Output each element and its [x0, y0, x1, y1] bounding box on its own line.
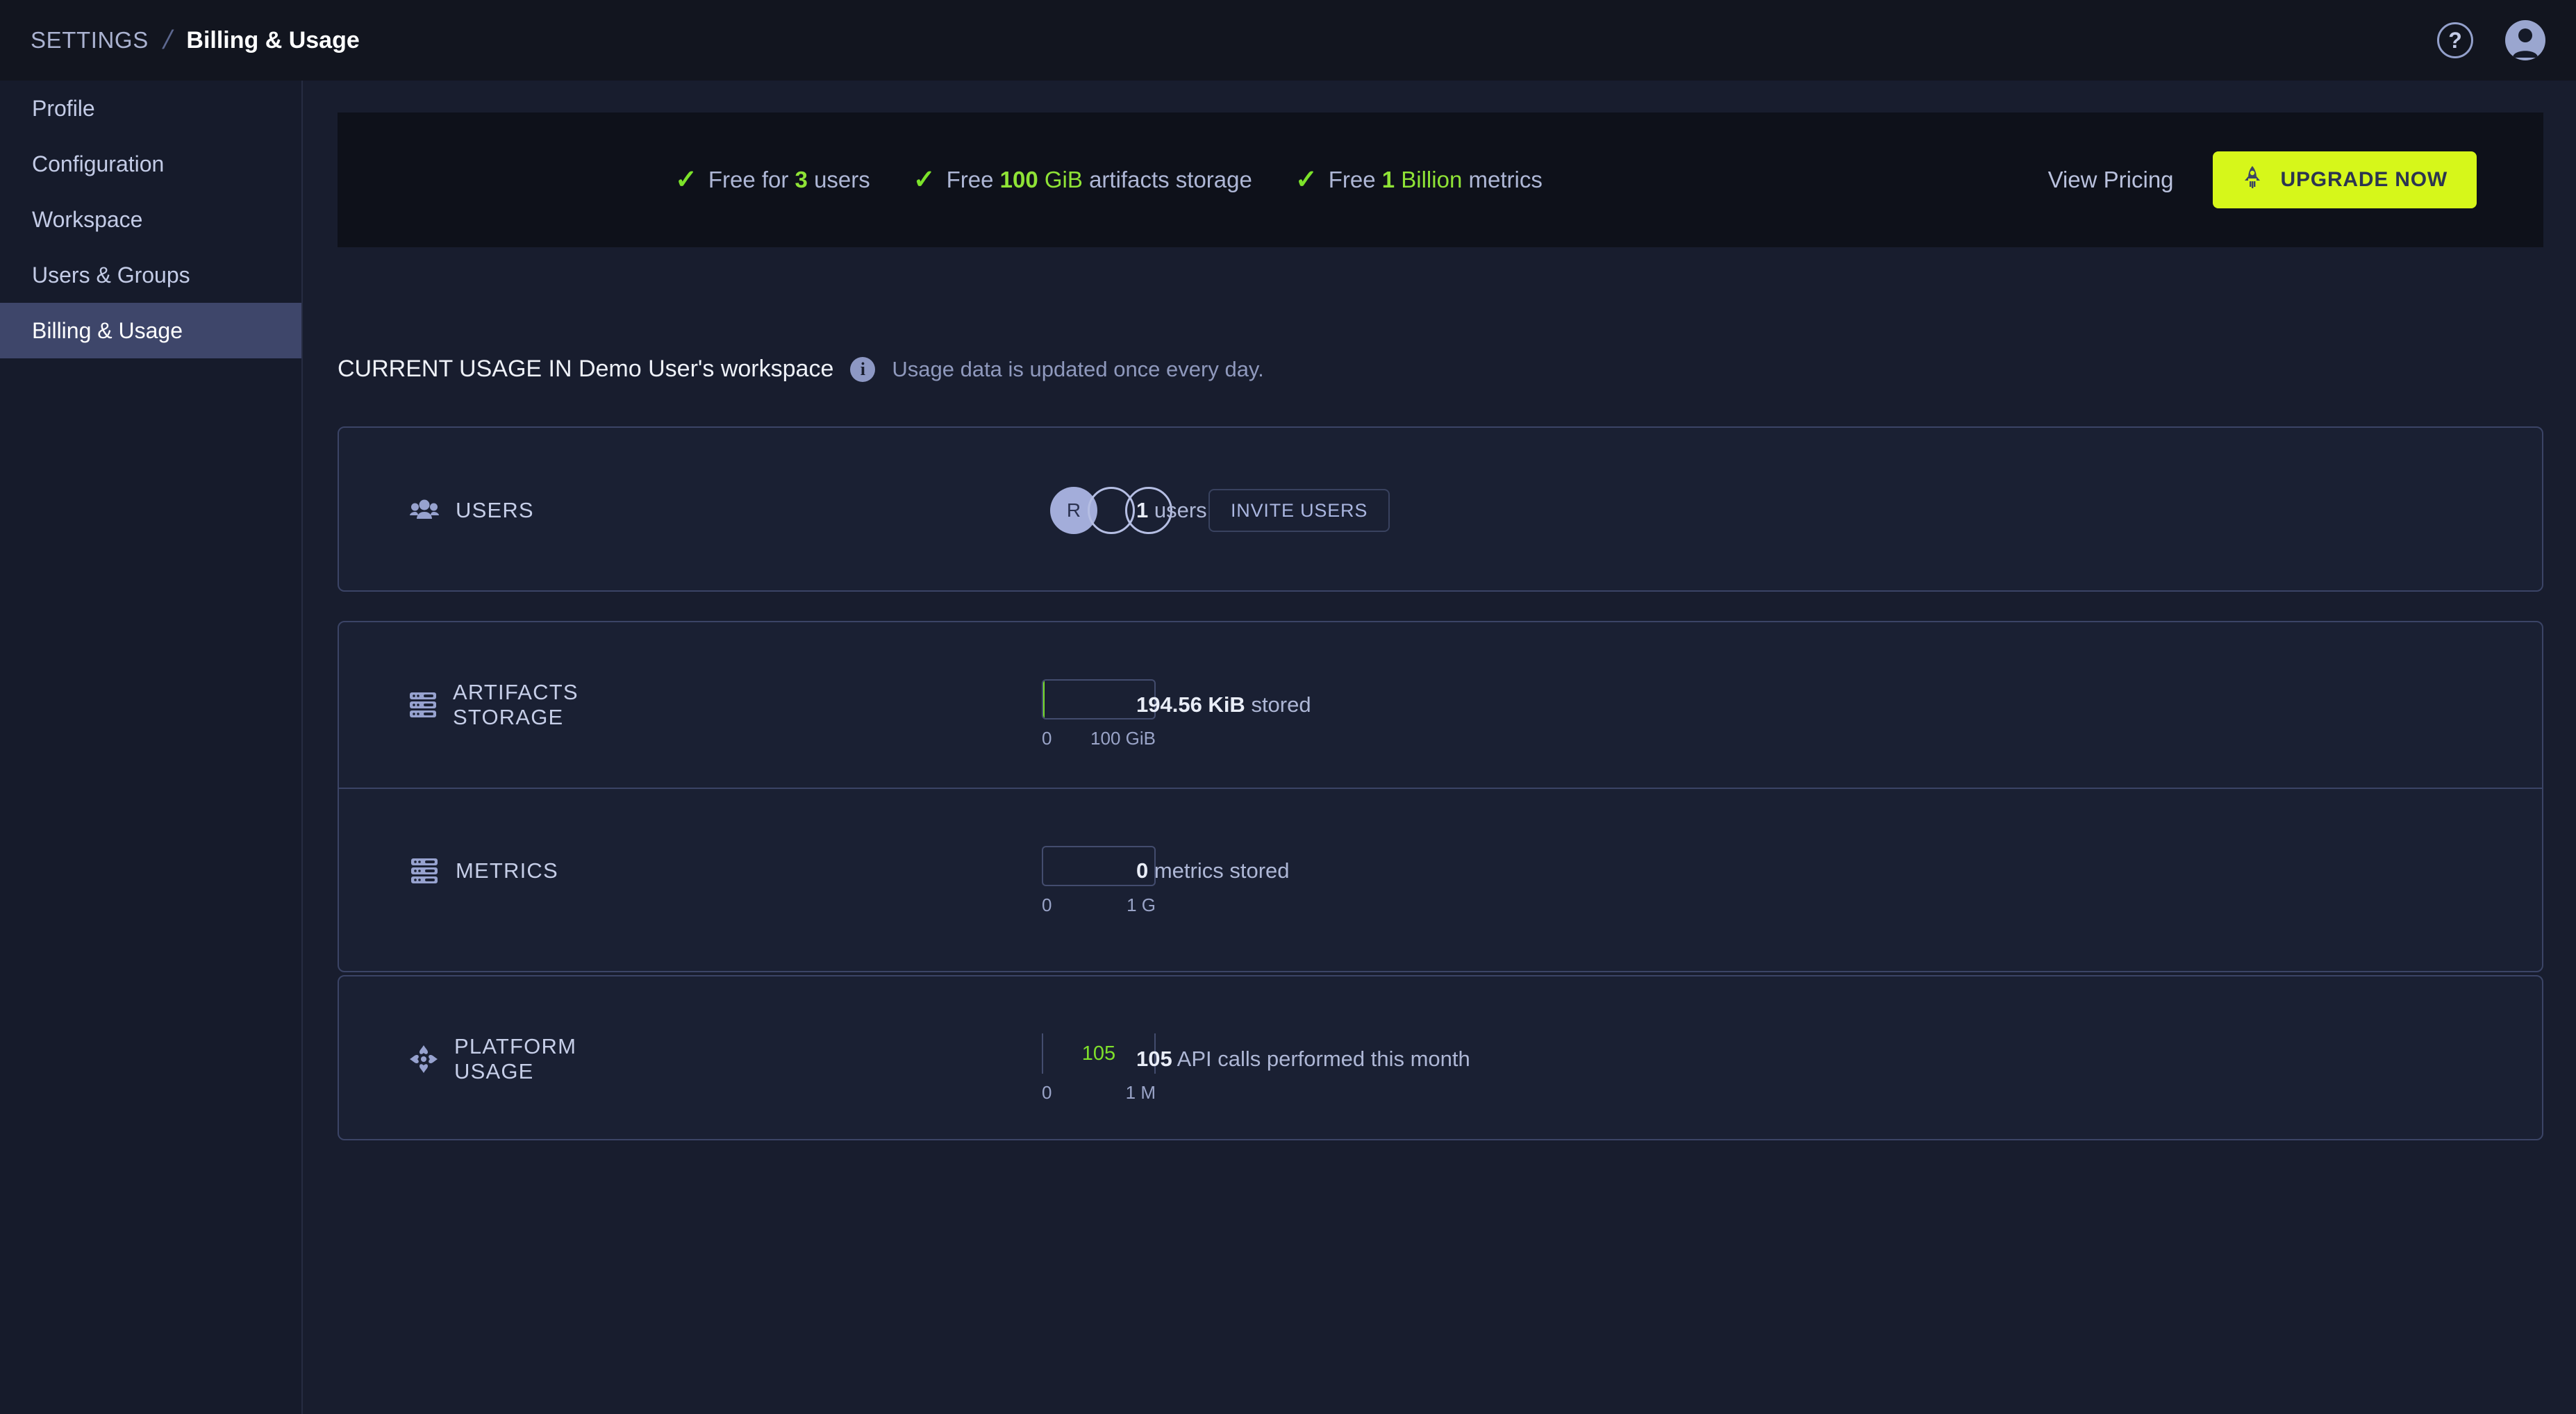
- metrics-ticks: 0 1 G: [1042, 895, 1156, 916]
- artifacts-storage-value-text: 194.56 KiB stored: [1136, 692, 1311, 717]
- feature-unit: GiB: [1038, 167, 1083, 192]
- top-bar: SETTINGS / Billing & Usage ?: [0, 0, 2576, 81]
- platform-usage-ticks: 0 1 M: [1042, 1082, 1156, 1104]
- info-glyph: i: [860, 358, 865, 379]
- info-icon[interactable]: i: [850, 356, 876, 382]
- feature-post: metrics: [1462, 167, 1543, 192]
- upgrade-now-label: UPGRADE NOW: [2280, 168, 2448, 191]
- banner-feature-users: ✓ Free for 3 users: [675, 167, 870, 193]
- free-tier-banner: ✓ Free for 3 users ✓ Free 100 GiB artifa…: [338, 113, 2543, 247]
- sidebar-item-profile[interactable]: Profile: [0, 81, 301, 136]
- help-glyph: ?: [2448, 27, 2462, 53]
- top-bar-actions: ?: [2437, 20, 2576, 60]
- metrics-label: METRICS: [456, 858, 558, 883]
- users-usage-card: USERS R 1 users INVITE USERS: [338, 426, 2543, 592]
- platform-usage-gauge-value: 105: [1081, 1042, 1116, 1065]
- gauge-max-tick: 1 M: [1125, 1082, 1156, 1103]
- platform-usage-value-text: 105 API calls performed this month: [1136, 1047, 1470, 1072]
- main-content: ✓ Free for 3 users ✓ Free 100 GiB artifa…: [304, 81, 2576, 1414]
- platform-usage-row: PLATFORM USAGE 105 0 1 M 105 API calls p…: [339, 976, 2542, 1142]
- metrics-value-suffix: metrics stored: [1148, 858, 1290, 883]
- artifacts-storage-label: ARTIFACTS STORAGE: [453, 680, 579, 729]
- banner-actions: View Pricing UPGRADE NOW: [2048, 151, 2543, 208]
- section-title: CURRENT USAGE IN Demo User's workspace: [338, 356, 834, 382]
- feature-value: 3: [795, 167, 808, 192]
- check-icon: ✓: [675, 165, 697, 194]
- sidebar-item-label: Workspace: [32, 206, 143, 232]
- server-rack-icon: [408, 855, 440, 887]
- help-circle-icon[interactable]: ?: [2437, 22, 2473, 58]
- sidebar-item-users-groups[interactable]: Users & Groups: [0, 247, 301, 303]
- user-avatar-icon[interactable]: [2505, 20, 2545, 60]
- gauge-min-tick: 0: [1042, 895, 1052, 915]
- users-count-suffix: users: [1148, 498, 1207, 522]
- platform-usage-row-label: PLATFORM USAGE: [339, 1034, 645, 1084]
- feature-unit: Billion: [1395, 167, 1463, 192]
- breadcrumb-settings[interactable]: SETTINGS: [31, 27, 149, 53]
- sidebar-item-configuration[interactable]: Configuration: [0, 136, 301, 192]
- gauge-max-tick: 1 G: [1127, 895, 1156, 915]
- metrics-row-label: METRICS: [339, 855, 645, 887]
- banner-feature-list: ✓ Free for 3 users ✓ Free 100 GiB artifa…: [338, 167, 1543, 193]
- check-icon: ✓: [913, 165, 936, 194]
- artifacts-storage-value: 194.56 KiB: [1136, 692, 1245, 717]
- platform-usage-card: PLATFORM USAGE 105 0 1 M 105 API calls p…: [338, 975, 2543, 1140]
- artifacts-storage-row: ARTIFACTS STORAGE 0 100 GiB 194.56 KiB s…: [339, 622, 2542, 788]
- artifacts-storage-ticks: 0 100 GiB: [1042, 728, 1156, 749]
- platform-usage-value-suffix: API calls performed this month: [1172, 1047, 1470, 1071]
- gauge-min-tick: 0: [1042, 728, 1052, 749]
- users-row-label: USERS: [339, 494, 645, 526]
- feature-pre: Free: [946, 167, 1000, 192]
- feature-value: 1: [1381, 167, 1395, 192]
- users-group-icon: [408, 494, 440, 526]
- view-pricing-link[interactable]: View Pricing: [2048, 167, 2174, 193]
- users-count: 1: [1136, 498, 1149, 522]
- users-count-text: 1 users: [1136, 498, 1207, 523]
- current-usage-heading: CURRENT USAGE IN Demo User's workspace i…: [338, 356, 1264, 383]
- sidebar: Profile Configuration Workspace Users & …: [0, 81, 303, 1414]
- breadcrumb-separator: /: [160, 25, 175, 55]
- platform-usage-label: PLATFORM USAGE: [454, 1034, 577, 1083]
- check-icon: ✓: [1295, 165, 1318, 194]
- sidebar-item-label: Users & Groups: [32, 262, 190, 288]
- artifacts-storage-row-label: ARTIFACTS STORAGE: [339, 680, 645, 730]
- sidebar-item-label: Profile: [32, 95, 95, 121]
- artifacts-storage-value-suffix: stored: [1245, 692, 1311, 717]
- storage-metrics-card: ARTIFACTS STORAGE 0 100 GiB 194.56 KiB s…: [338, 621, 2543, 972]
- platform-usage-value: 105: [1136, 1047, 1172, 1071]
- page-title: Billing & Usage: [186, 26, 360, 53]
- users-row: USERS R 1 users INVITE USERS: [339, 428, 2542, 593]
- usage-refresh-note: Usage data is updated once every day.: [892, 356, 1264, 381]
- metrics-value-text: 0 metrics stored: [1136, 858, 1290, 883]
- avatar-initial: R: [1066, 499, 1081, 521]
- invite-users-button[interactable]: INVITE USERS: [1208, 489, 1390, 532]
- metrics-row: METRICS 0 1 G 0 metrics stored: [339, 788, 2542, 953]
- gauge-min-tick: 0: [1042, 1082, 1052, 1103]
- platform-diamond-icon: [408, 1043, 439, 1075]
- upgrade-now-button[interactable]: UPGRADE NOW: [2212, 151, 2477, 208]
- gauge-max-tick: 100 GiB: [1090, 728, 1156, 749]
- feature-pre: Free for: [708, 167, 795, 192]
- rocket-icon: [2242, 165, 2263, 194]
- feature-post: artifacts storage: [1082, 167, 1252, 192]
- feature-post: users: [807, 167, 870, 192]
- sidebar-item-billing-usage[interactable]: Billing & Usage: [0, 303, 301, 358]
- sidebar-item-label: Billing & Usage: [32, 317, 183, 343]
- sidebar-item-workspace[interactable]: Workspace: [0, 192, 301, 247]
- banner-feature-storage: ✓ Free 100 GiB artifacts storage: [913, 167, 1252, 193]
- metrics-value: 0: [1136, 858, 1149, 883]
- breadcrumb: SETTINGS / Billing & Usage: [0, 26, 360, 56]
- artifacts-storage-progress-fill: [1043, 681, 1045, 718]
- users-label: USERS: [456, 498, 534, 522]
- banner-feature-metrics: ✓ Free 1 Billion metrics: [1295, 167, 1543, 193]
- feature-value: 100: [999, 167, 1038, 192]
- server-rack-icon: [408, 689, 438, 721]
- feature-pre: Free: [1328, 167, 1382, 192]
- sidebar-item-label: Configuration: [32, 151, 165, 176]
